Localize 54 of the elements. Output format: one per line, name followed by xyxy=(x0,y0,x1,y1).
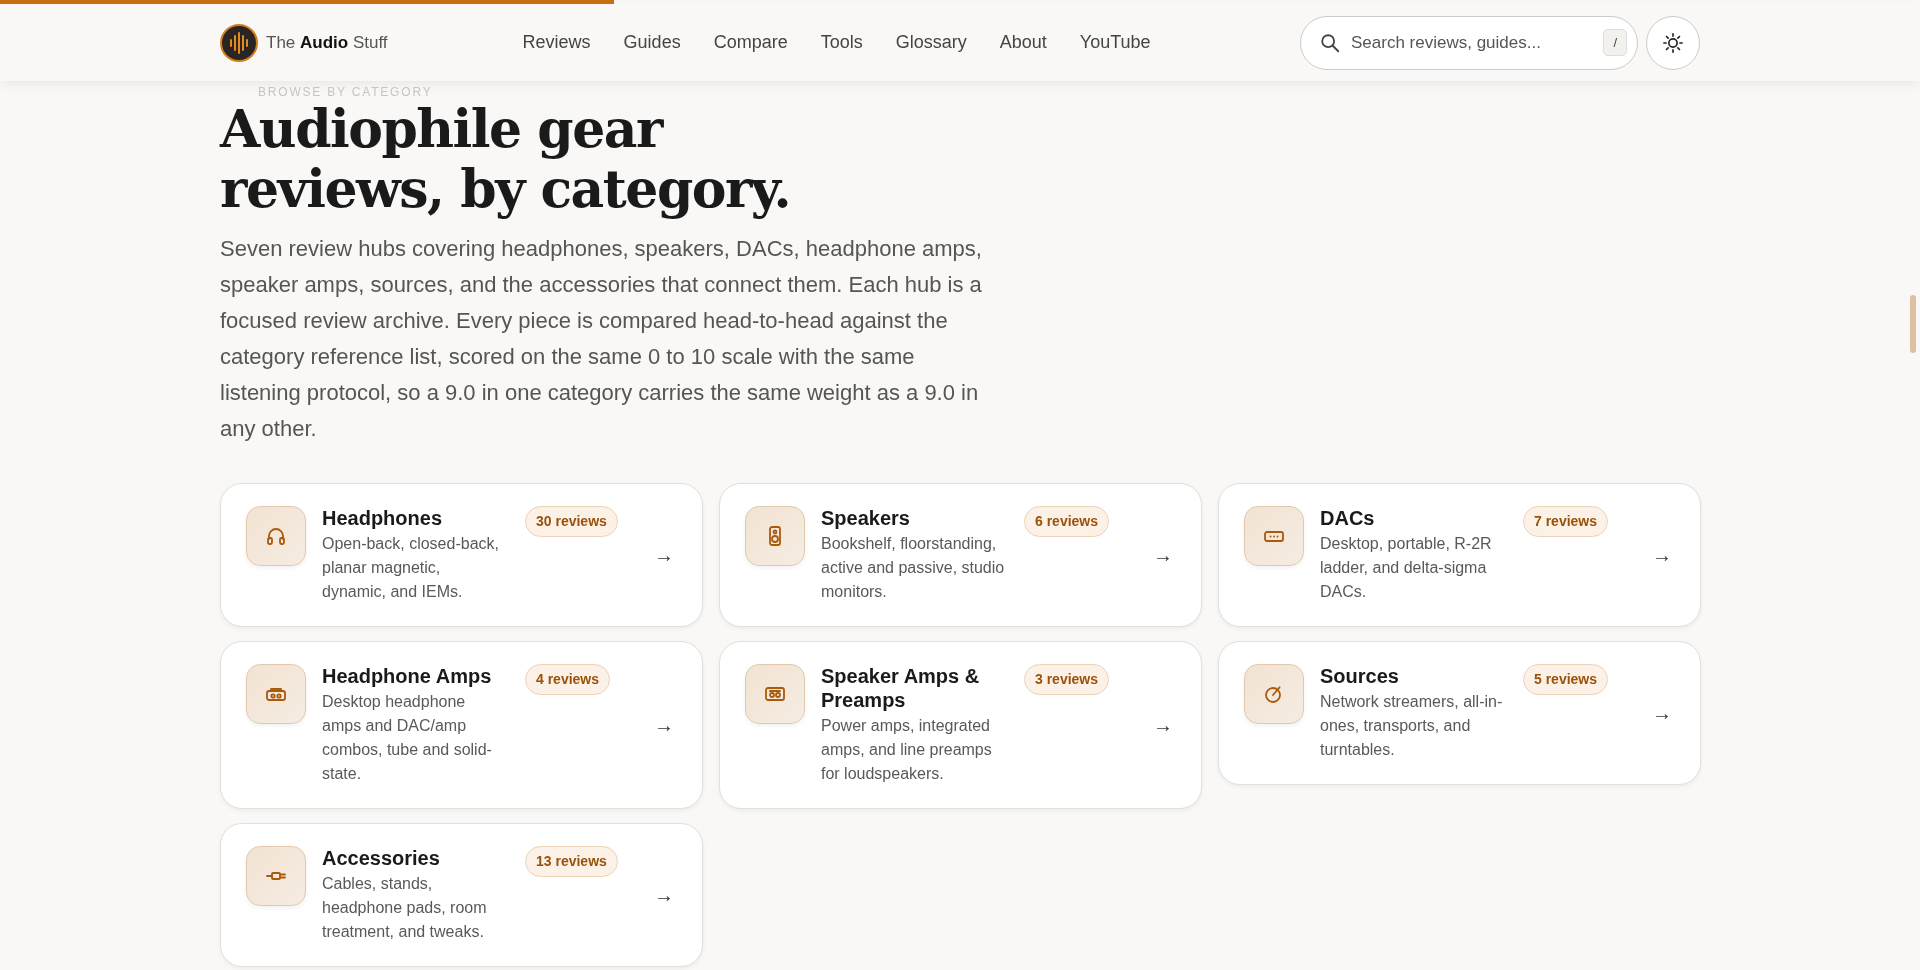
arrow-icon: → xyxy=(654,880,674,910)
sun-icon xyxy=(1662,31,1684,54)
arrow-icon: → xyxy=(654,710,674,740)
review-count: 4 reviews xyxy=(525,664,611,695)
intro-paragraph: Seven review hubs covering headphones, speakers, DACs, headphone amps, speaker amps, sources, and the accessories that connect them. Each hub is a focused review archive. Every piece is compared head-to-head against the category reference list, scored on the same 0 to 10 scale with the same listening protocol, so a 9.0 in one category carries the same weight as a 9.0 in any other. xyxy=(220,235,983,443)
arrow-icon: → xyxy=(1153,710,1173,740)
search-icon xyxy=(1319,31,1341,54)
site-logo-text[interactable]: The Audio Stuff xyxy=(266,29,388,56)
category-title: Speaker Amps & Preamps xyxy=(821,664,981,712)
nav-link[interactable]: Reviews xyxy=(522,29,591,56)
section-eyebrow: BROWSE BY CATEGORY xyxy=(258,85,434,99)
category-title: Sources xyxy=(1320,664,1400,688)
nav-link[interactable]: YouTube xyxy=(1079,29,1151,56)
search-bar[interactable]: Search reviews, guides... / xyxy=(1300,15,1638,70)
category-title: Speakers xyxy=(821,506,911,530)
category-description: Desktop headphone amps and DAC/amp combos, tube and solid-state. xyxy=(322,692,493,784)
category-description: Open-back, closed-back, planar magnetic, dynamic, and IEMs. xyxy=(322,534,500,602)
category-description: Desktop, portable, R-2R ladder, and delta-sigma DACs. xyxy=(1320,534,1493,602)
category-card[interactable]: Sources Network streamers, all-in-ones, transports, and turntables. 5 reviews → xyxy=(1218,641,1701,785)
review-count: 6 reviews xyxy=(1024,506,1110,537)
review-count: 7 reviews xyxy=(1523,506,1609,537)
review-count: 13 reviews xyxy=(525,846,618,877)
category-card[interactable]: Headphone Amps Desktop headphone amps and DAC/amp combos, tube and solid-state. 4 reviews → xyxy=(220,641,703,809)
review-count: 3 reviews xyxy=(1024,664,1110,695)
category-description: Bookshelf, floorstanding, active and passive, studio monitors. xyxy=(821,534,1006,602)
page-heading: Audiophile gear reviews, by category. xyxy=(220,99,792,219)
search-field[interactable]: Search reviews, guides... xyxy=(1349,28,1596,57)
nav-link[interactable]: Tools xyxy=(820,29,863,56)
category-title: Headphones xyxy=(322,506,444,530)
scrollbar-thumb[interactable] xyxy=(1910,295,1916,353)
review-count: 30 reviews xyxy=(525,506,618,537)
arrow-icon: → xyxy=(1652,540,1672,570)
nav-link[interactable]: Guides xyxy=(623,29,681,56)
category-card[interactable]: Speakers Bookshelf, floorstanding, active and passive, studio monitors. 6 reviews → xyxy=(719,483,1202,627)
arrow-icon: → xyxy=(1652,698,1672,728)
category-card[interactable]: Speaker Amps & Preamps Power amps, integrated amps, and line preamps for loudspeakers. 3 reviews → xyxy=(719,641,1202,809)
nav-link[interactable]: Compare xyxy=(713,29,788,56)
category-card[interactable]: DACs Desktop, portable, R-2R ladder, and delta-sigma DACs. 7 reviews → xyxy=(1218,483,1701,627)
keyboard-shortcut: / xyxy=(1603,28,1627,57)
category-card[interactable]: Headphones Open-back, closed-back, planar magnetic, dynamic, and IEMs. 30 reviews → xyxy=(220,483,703,627)
nav-link[interactable]: About xyxy=(999,29,1047,56)
logo-icon[interactable] xyxy=(220,23,258,62)
arrow-icon: → xyxy=(1153,540,1173,570)
category-card[interactable]: Accessories Cables, stands, headphone pads, room treatment, and tweaks. 13 reviews → xyxy=(220,823,703,967)
category-description: Power amps, integrated amps, and line preamps for loudspeakers. xyxy=(821,716,993,784)
category-title: Accessories xyxy=(322,846,441,870)
category-description: Network streamers, all-in-ones, transports, and turntables. xyxy=(1320,692,1504,760)
category-title: Headphone Amps xyxy=(322,664,493,688)
category-title: DACs xyxy=(1320,506,1376,530)
nav-link[interactable]: Glossary xyxy=(895,29,967,56)
category-description: Cables, stands, headphone pads, room treatment, and tweaks. xyxy=(322,874,488,942)
review-count: 5 reviews xyxy=(1523,664,1609,695)
theme-toggle-button[interactable] xyxy=(1646,15,1700,70)
arrow-icon: → xyxy=(654,540,674,570)
